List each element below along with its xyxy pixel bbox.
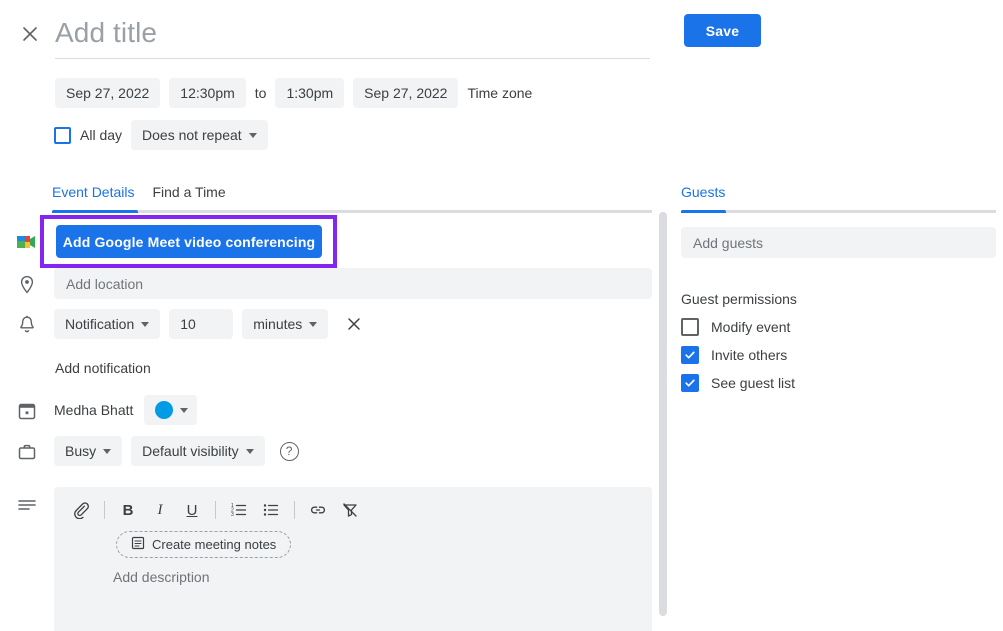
invite-others-label: Invite others [711, 347, 787, 363]
notification-value-input[interactable]: 10 [169, 309, 233, 339]
visibility-dropdown[interactable]: Default visibility [131, 436, 264, 466]
see-guest-list-label: See guest list [711, 375, 795, 391]
modify-event-label: Modify event [711, 319, 790, 335]
event-color-swatch [155, 401, 173, 419]
add-notification-button[interactable]: Add notification [55, 360, 151, 376]
calendar-row: Medha Bhatt [54, 395, 197, 425]
close-icon[interactable] [18, 22, 42, 46]
busy-label: Busy [65, 443, 96, 459]
start-date-field[interactable]: Sep 27, 2022 [55, 78, 160, 108]
italic-icon[interactable]: I [145, 495, 175, 525]
location-pin-icon [16, 274, 38, 296]
start-time-field[interactable]: 12:30pm [169, 78, 245, 108]
busy-dropdown[interactable]: Busy [54, 436, 122, 466]
event-title-area[interactable]: Add title [55, 14, 650, 59]
all-day-checkbox[interactable] [54, 127, 71, 144]
tab-find-a-time[interactable]: Find a Time [152, 184, 225, 211]
chevron-down-icon [103, 449, 111, 454]
see-guest-list-checkbox[interactable] [681, 374, 699, 392]
guest-permissions-title: Guest permissions [681, 291, 797, 307]
remove-notification-button[interactable] [343, 313, 365, 335]
bulleted-list-icon[interactable] [256, 495, 286, 525]
permission-invite-others[interactable]: Invite others [681, 346, 795, 364]
permission-see-guest-list[interactable]: See guest list [681, 374, 795, 392]
repeat-dropdown[interactable]: Does not repeat [131, 120, 268, 150]
title-underline [55, 58, 650, 59]
permission-modify-event[interactable]: Modify event [681, 318, 795, 336]
notification-type-label: Notification [65, 316, 134, 332]
description-lines-icon [16, 495, 38, 517]
create-meeting-notes-label: Create meeting notes [152, 537, 276, 552]
briefcase-icon [16, 441, 38, 463]
end-time-field[interactable]: 1:30pm [275, 78, 344, 108]
scrollbar-thumb[interactable] [659, 212, 667, 616]
notification-unit-label: minutes [253, 316, 302, 332]
attach-icon[interactable] [66, 495, 96, 525]
toolbar-divider [215, 501, 216, 519]
modify-event-checkbox[interactable] [681, 318, 699, 336]
event-title-input[interactable]: Add title [55, 14, 650, 52]
guests-tab-underline [681, 210, 996, 213]
chevron-down-icon [309, 322, 317, 327]
event-editor-page: Add title Save Sep 27, 2022 12:30pm to 1… [0, 0, 1003, 631]
tab-guests[interactable]: Guests [681, 184, 725, 211]
add-guests-input[interactable]: Add guests [681, 227, 996, 258]
toolbar-divider [294, 501, 295, 519]
calendar-owner-label: Medha Bhatt [54, 402, 133, 418]
numbered-list-icon[interactable]: 1 2 3 [224, 495, 254, 525]
notification-type-dropdown[interactable]: Notification [54, 309, 160, 339]
save-button[interactable]: Save [684, 14, 761, 47]
notification-unit-dropdown[interactable]: minutes [242, 309, 328, 339]
schedule-row: Sep 27, 2022 12:30pm to 1:30pm Sep 27, 2… [55, 78, 532, 108]
chevron-down-icon [246, 449, 254, 454]
availability-row: Busy Default visibility ? [54, 436, 299, 466]
guest-permissions-list: Modify event Invite others See guest lis… [681, 318, 795, 392]
invite-others-checkbox[interactable] [681, 346, 699, 364]
details-tabs: Event Details Find a Time [52, 184, 652, 213]
link-icon[interactable] [303, 495, 333, 525]
tab-event-details[interactable]: Event Details [52, 184, 134, 211]
chevron-down-icon [249, 133, 257, 138]
description-toolbar: B I U 1 2 3 [66, 495, 365, 525]
all-day-row: All day Does not repeat [54, 120, 268, 150]
toolbar-divider [104, 501, 105, 519]
create-meeting-notes-button[interactable]: Create meeting notes [116, 531, 291, 558]
bell-icon [16, 314, 38, 336]
to-label: to [255, 85, 267, 101]
description-panel: B I U 1 2 3 [54, 487, 652, 631]
description-input[interactable]: Add description [113, 569, 210, 585]
event-color-dropdown[interactable] [144, 395, 197, 425]
check-icon [684, 349, 696, 361]
guests-tabs: Guests [681, 184, 996, 213]
chevron-down-icon [141, 322, 149, 327]
visibility-label: Default visibility [142, 443, 238, 459]
check-icon [684, 377, 696, 389]
document-icon [131, 536, 145, 553]
google-meet-icon [14, 232, 38, 252]
help-circle-icon[interactable]: ? [280, 442, 299, 461]
bold-icon[interactable]: B [113, 495, 143, 525]
underline-icon[interactable]: U [177, 495, 207, 525]
calendar-icon [16, 400, 38, 422]
tab-active-indicator [52, 210, 138, 213]
tab-underline [52, 210, 652, 213]
svg-text:3: 3 [231, 512, 234, 518]
repeat-label: Does not repeat [142, 127, 242, 143]
remove-formatting-icon[interactable] [335, 495, 365, 525]
notification-row: Notification 10 minutes [54, 309, 365, 339]
all-day-label: All day [80, 127, 122, 143]
end-date-field[interactable]: Sep 27, 2022 [353, 78, 458, 108]
add-google-meet-button[interactable]: Add Google Meet video conferencing [56, 225, 322, 258]
guests-tab-active-indicator [681, 210, 726, 213]
timezone-button[interactable]: Time zone [467, 85, 532, 101]
location-input[interactable]: Add location [54, 268, 652, 299]
chevron-down-icon [180, 408, 188, 413]
